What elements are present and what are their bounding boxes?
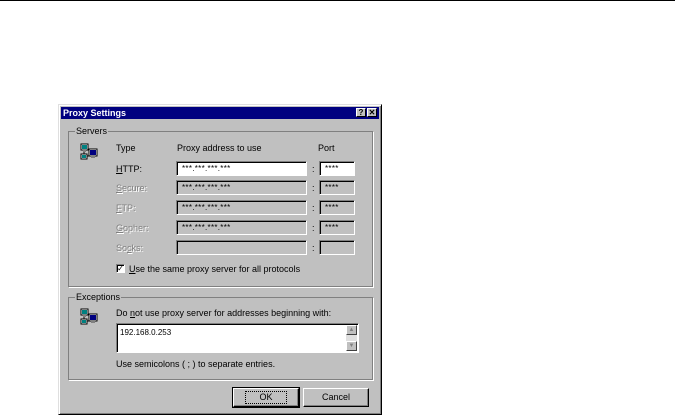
secure-port-field[interactable]: **** — [319, 180, 355, 195]
ftp-address-field[interactable]: ***.***.***.*** — [176, 200, 307, 215]
servers-group-label: Servers — [75, 126, 109, 136]
help-button[interactable]: ? — [356, 108, 366, 117]
ftp-colon: : — [312, 203, 315, 213]
same-proxy-label[interactable]: Use the same proxy server for all protoc… — [129, 264, 300, 274]
title-bar[interactable]: Proxy Settings ? ✕ — [61, 107, 379, 119]
gopher-port-field[interactable]: **** — [319, 220, 355, 235]
secure-address-field[interactable]: ***.***.***.*** — [176, 180, 307, 195]
close-button[interactable]: ✕ — [367, 108, 377, 117]
exceptions-hint: Use semicolons ( ; ) to separate entries… — [116, 359, 276, 369]
http-port-field[interactable]: **** — [319, 161, 355, 176]
http-label-rest: TTP: — [122, 164, 143, 174]
socks-colon: : — [312, 243, 315, 253]
column-header-type: Type — [116, 143, 136, 153]
ok-button-label: OK — [245, 391, 287, 404]
http-address-field[interactable]: ***.***.***.*** — [176, 161, 307, 176]
gopher-mnemonic: G — [116, 223, 124, 233]
socks-label: Socks: — [116, 243, 143, 253]
exceptions-value: 192.168.0.253 — [120, 328, 172, 337]
secure-label-rest: ecure: — [122, 183, 148, 193]
exceptions-scrollbar[interactable]: ▲ ▼ — [346, 325, 357, 351]
socks-port-field[interactable] — [319, 240, 355, 255]
ftp-label-rest: TP: — [121, 203, 136, 213]
proxy-settings-dialog: Proxy Settings ? ✕ Servers Type Proxy ad… — [58, 104, 382, 415]
gopher-colon: : — [312, 223, 315, 233]
exceptions-instruction-rest: ot use proxy server for addresses beginn… — [135, 308, 332, 318]
ftp-port-field[interactable]: **** — [319, 200, 355, 215]
secure-label: Secure: — [116, 183, 147, 193]
same-proxy-label-rest: se the same proxy server for all protoco… — [135, 264, 301, 274]
ftp-label: FTP: — [116, 203, 136, 213]
network-computers-icon — [80, 143, 98, 160]
exceptions-instruction: Do not use proxy server for addresses be… — [116, 308, 331, 318]
top-border-line — [0, 0, 675, 1]
socks-label-rest: ks: — [131, 243, 144, 253]
gopher-label-rest: opher: — [123, 223, 149, 233]
scroll-down-arrow-icon[interactable]: ▼ — [346, 341, 357, 351]
socks-address-field[interactable] — [176, 240, 307, 255]
secure-colon: : — [312, 183, 315, 193]
http-label: HTTP: — [116, 164, 142, 174]
same-proxy-checkbox[interactable]: ✓ — [116, 264, 125, 273]
http-colon: : — [312, 164, 315, 174]
gopher-label: Gopher: — [116, 223, 149, 233]
exceptions-textarea[interactable]: 192.168.0.253 ▲ ▼ — [116, 323, 359, 353]
column-header-address: Proxy address to use — [177, 143, 262, 153]
cancel-button[interactable]: Cancel — [303, 388, 369, 407]
network-computers-icon — [80, 308, 98, 325]
scroll-up-arrow-icon[interactable]: ▲ — [346, 325, 357, 335]
exceptions-group-label: Exceptions — [75, 292, 122, 302]
ok-button[interactable]: OK — [232, 387, 300, 408]
gopher-address-field[interactable]: ***.***.***.*** — [176, 220, 307, 235]
dialog-title: Proxy Settings — [63, 108, 127, 118]
column-header-port: Port — [318, 143, 335, 153]
socks-label-pre: So — [116, 243, 128, 253]
exceptions-instruction-pre: Do — [116, 308, 131, 318]
